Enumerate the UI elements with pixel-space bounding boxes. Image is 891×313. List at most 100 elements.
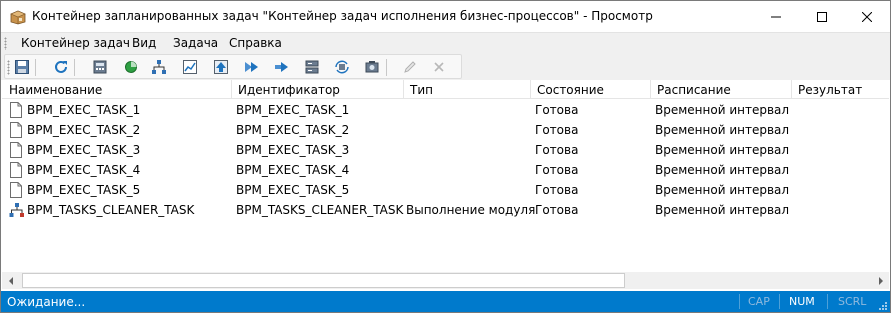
column-divider[interactable] [231,80,232,99]
table-row[interactable]: BPM_EXEC_TASK_4 BPM_EXEC_TASK_4 Готова В… [2,160,889,180]
calculator-icon [93,60,107,74]
status-button[interactable] [122,58,140,76]
server-icon [305,60,319,74]
table-row[interactable]: BPM_EXEC_TASK_5 BPM_EXEC_TASK_5 Готова В… [2,180,889,200]
menu-view[interactable]: Вид [132,36,156,50]
cell-state: Готова [535,143,579,157]
toolbar-strip [4,54,462,79]
settings-button[interactable] [363,58,381,76]
cell-state: Готова [535,183,579,197]
scroll-right-button[interactable] [872,272,889,289]
server-button[interactable] [303,58,321,76]
resize-grip-icon[interactable] [878,300,888,310]
delete-icon [434,62,444,72]
column-divider[interactable] [650,80,651,99]
box-icon [10,9,26,25]
chart-button[interactable] [181,58,199,76]
toolbar-separator [386,59,387,76]
run-button[interactable] [273,58,291,76]
main-window: Контейнер запланированных задач "Контейн… [0,0,891,313]
scroll-thumb[interactable] [22,273,625,288]
sync-icon [335,60,349,74]
column-header-name[interactable]: Наименование [9,83,102,97]
edit-button[interactable] [401,58,419,76]
document-icon [9,162,23,178]
cell-id: BPM_TASKS_CLEANER_TASK [236,203,404,217]
scroll-left-button[interactable] [2,272,19,289]
column-header-result[interactable]: Результат [798,83,862,97]
status-divider [827,294,828,309]
menu-grip-icon[interactable] [4,37,7,50]
fast-forward-button[interactable] [243,58,261,76]
chart-icon [183,60,197,74]
status-text: Ожидание... [7,295,86,309]
close-icon [862,11,872,22]
document-icon [9,182,23,198]
table-row[interactable]: BPM_TASKS_CLEANER_TASK BPM_TASKS_CLEANER… [2,200,889,220]
list-header: Наименование Идентификатор Тип Состояние… [2,80,889,99]
chevron-left-icon [8,276,13,285]
cell-schedule: Временной интервал [655,143,790,157]
cell-state: Готова [535,163,579,177]
menu-container[interactable]: Контейнер задач [21,36,130,50]
cell-name: BPM_EXEC_TASK_1 [27,103,141,117]
hierarchy-button[interactable] [150,58,168,76]
minimize-icon [771,16,781,17]
close-button[interactable] [844,1,890,32]
upload-icon [214,60,228,74]
menu-task[interactable]: Задача [173,36,218,50]
column-header-id[interactable]: Идентификатор [238,83,340,97]
horizontal-scrollbar[interactable] [2,272,889,289]
upload-button[interactable] [212,58,230,76]
num-indicator: NUM [789,295,815,308]
status-bar: Ожидание... CAP NUM SCRL [1,291,890,312]
menu-bar: Контейнер задач Вид Задача Справка [1,32,890,53]
status-divider [739,294,740,309]
status-divider [779,294,780,309]
table-row[interactable]: BPM_EXEC_TASK_3 BPM_EXEC_TASK_3 Готова В… [2,140,889,160]
column-divider[interactable] [530,80,531,99]
document-icon [9,122,23,138]
fast-forward-icon [245,62,258,72]
cell-id: BPM_EXEC_TASK_4 [236,163,350,177]
column-divider[interactable] [791,80,792,99]
column-header-type[interactable]: Тип [410,83,433,97]
minimize-button[interactable] [753,1,799,32]
cell-name: BPM_TASKS_CLEANER_TASK [27,203,195,217]
column-header-schedule[interactable]: Расписание [657,83,731,97]
maximize-button[interactable] [799,1,845,32]
calculator-button[interactable] [91,58,109,76]
run-icon [275,62,288,72]
sync-button[interactable] [333,58,351,76]
scrl-indicator: SCRL [838,295,867,308]
column-header-state[interactable]: Состояние [537,83,604,97]
cell-state: Готова [535,203,579,217]
delete-button[interactable] [430,58,448,76]
cell-id: BPM_EXEC_TASK_2 [236,123,350,137]
toolbar-grip-icon[interactable] [7,60,10,75]
cell-schedule: Временной интервал [655,183,790,197]
cell-type: Выполнение модуля [406,203,536,217]
table-row[interactable]: BPM_EXEC_TASK_2 BPM_EXEC_TASK_2 Готова В… [2,120,889,140]
menu-help[interactable]: Справка [229,36,282,50]
cell-state: Готова [535,123,579,137]
column-divider[interactable] [403,80,404,99]
refresh-button[interactable] [52,58,70,76]
task-list[interactable]: Наименование Идентификатор Тип Состояние… [2,80,889,272]
table-row[interactable]: BPM_EXEC_TASK_1 BPM_EXEC_TASK_1 Готова В… [2,100,889,120]
toolbar [1,53,890,80]
refresh-icon [55,60,67,73]
cell-name: BPM_EXEC_TASK_2 [27,123,141,137]
save-button[interactable] [13,58,31,76]
toolbar-separator [35,59,36,76]
cell-name: BPM_EXEC_TASK_4 [27,163,141,177]
settings-icon [365,61,379,73]
cap-indicator: CAP [748,295,770,308]
toolbar-separator [74,59,75,76]
save-icon [15,60,29,74]
cell-name: BPM_EXEC_TASK_3 [27,143,141,157]
cell-schedule: Временной интервал [655,103,790,117]
cell-id: BPM_EXEC_TASK_1 [236,103,350,117]
cell-schedule: Временной интервал [655,163,790,177]
document-icon [9,102,23,118]
